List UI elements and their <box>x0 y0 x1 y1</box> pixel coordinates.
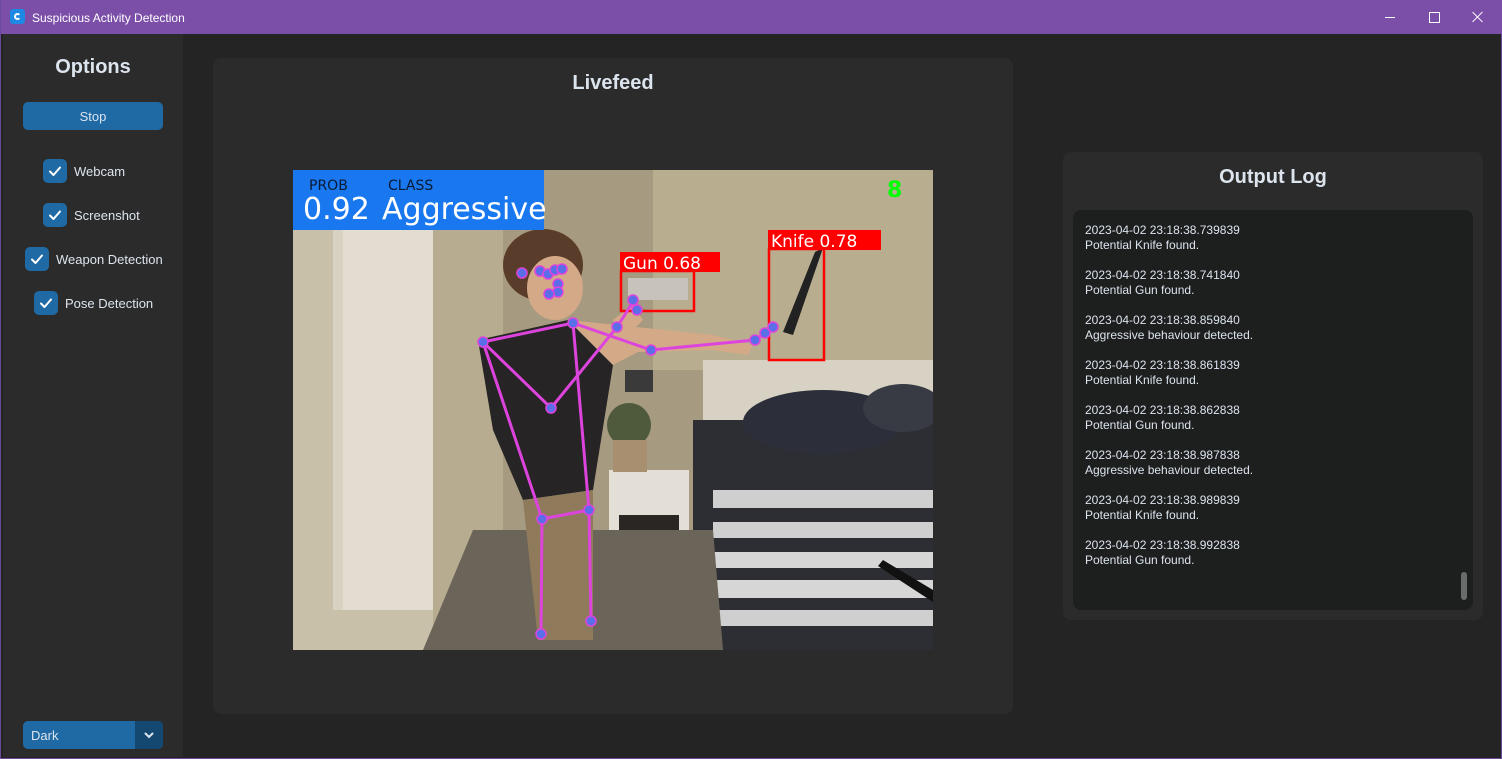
log-entry: 2023-04-02 23:18:38.741840 Potential Gun… <box>1085 268 1445 298</box>
options-sidebar: Options Stop Webcam Screenshot Weapon De… <box>3 34 183 757</box>
output-log-textbox[interactable]: 2023-04-02 23:18:38.739839 Potential Kni… <box>1073 210 1473 610</box>
log-message: Potential Knife found. <box>1085 238 1200 252</box>
log-timestamp: 2023-04-02 23:18:38.861839 <box>1085 358 1240 372</box>
app-window: Suspicious Activity Detection Options St… <box>0 0 1502 759</box>
minimize-icon <box>1385 16 1395 18</box>
webcam-checkbox[interactable]: Webcam <box>43 159 125 183</box>
pose-detection-checkbox[interactable]: Pose Detection <box>34 291 153 315</box>
log-message: Potential Knife found. <box>1085 373 1200 387</box>
output-log-panel: Output Log 2023-04-02 23:18:38.739839 Po… <box>1063 152 1483 620</box>
maximize-button[interactable] <box>1411 0 1457 34</box>
weapon-detection-label: Weapon Detection <box>56 251 163 267</box>
prob-value: 0.92 <box>303 192 370 227</box>
log-message: Aggressive behaviour detected. <box>1085 463 1254 477</box>
log-message: Potential Gun found. <box>1085 418 1195 432</box>
log-message: Potential Gun found. <box>1085 553 1195 567</box>
log-entry: 2023-04-02 23:18:38.859840 Aggressive be… <box>1085 313 1445 343</box>
log-timestamp: 2023-04-02 23:18:38.862838 <box>1085 403 1240 417</box>
log-entry: 2023-04-02 23:18:38.862838 Potential Gun… <box>1085 403 1445 433</box>
stop-button[interactable]: Stop <box>23 102 163 130</box>
camera-frame-image: PROB CLASS 0.92 Aggressive 8 Gun 0.68 Kn… <box>293 170 933 650</box>
log-entries: 2023-04-02 23:18:38.739839 Potential Kni… <box>1085 223 1445 583</box>
log-entry: 2023-04-02 23:18:38.861839 Potential Kni… <box>1085 358 1445 388</box>
appearance-mode-value: Dark <box>31 728 59 743</box>
log-timestamp: 2023-04-02 23:18:38.992838 <box>1085 538 1240 552</box>
log-timestamp: 2023-04-02 23:18:38.739839 <box>1085 223 1240 237</box>
webcam-label: Webcam <box>74 163 126 179</box>
log-message: Potential Knife found. <box>1085 508 1200 522</box>
livefeed-video: PROB CLASS 0.92 Aggressive 8 Gun 0.68 Kn… <box>293 170 933 650</box>
weapon-detection-checkbox[interactable]: Weapon Detection <box>25 247 163 271</box>
chevron-down-icon[interactable] <box>135 721 163 749</box>
livefeed-panel: Livefeed PROB CLASS 0.92 Aggressive 8 Gu… <box>213 58 1013 714</box>
screenshot-label: Screenshot <box>74 207 140 223</box>
log-scrollbar[interactable] <box>1461 572 1467 600</box>
log-message: Aggressive behaviour detected. <box>1085 328 1254 342</box>
check-icon <box>43 203 67 227</box>
detection-count: 8 <box>887 178 902 203</box>
pose-detection-label: Pose Detection <box>65 295 154 311</box>
gun-label: Gun 0.68 <box>623 254 701 274</box>
log-message: Potential Gun found. <box>1085 283 1195 297</box>
log-entry: 2023-04-02 23:18:38.987838 Aggressive be… <box>1085 448 1445 478</box>
options-title: Options <box>55 56 131 78</box>
log-entry: 2023-04-02 23:18:38.739839 Potential Kni… <box>1085 223 1445 253</box>
check-icon <box>43 159 67 183</box>
title-bar: Suspicious Activity Detection <box>1 0 1502 34</box>
knife-label: Knife 0.78 <box>771 232 857 252</box>
check-icon <box>34 291 58 315</box>
screenshot-checkbox[interactable]: Screenshot <box>43 203 140 227</box>
minimize-button[interactable] <box>1367 0 1413 34</box>
log-entry: 2023-04-02 23:18:38.992838 Potential Gun… <box>1085 538 1445 568</box>
log-timestamp: 2023-04-02 23:18:38.859840 <box>1085 313 1240 327</box>
close-button[interactable] <box>1455 0 1501 34</box>
log-entry: 2023-04-02 23:18:38.989839 Potential Kni… <box>1085 493 1445 523</box>
appearance-mode-select[interactable]: Dark <box>23 721 163 749</box>
log-timestamp: 2023-04-02 23:18:38.987838 <box>1085 448 1240 462</box>
check-icon <box>25 247 49 271</box>
maximize-icon <box>1428 11 1440 23</box>
log-timestamp: 2023-04-02 23:18:38.741840 <box>1085 268 1240 282</box>
close-icon <box>1472 11 1484 23</box>
window-title: Suspicious Activity Detection <box>32 11 185 25</box>
livefeed-title: Livefeed <box>572 72 654 94</box>
class-value: Aggressive <box>382 192 547 227</box>
output-log-title: Output Log <box>1219 166 1327 188</box>
app-logo-icon <box>10 9 25 24</box>
log-timestamp: 2023-04-02 23:18:38.989839 <box>1085 493 1240 507</box>
